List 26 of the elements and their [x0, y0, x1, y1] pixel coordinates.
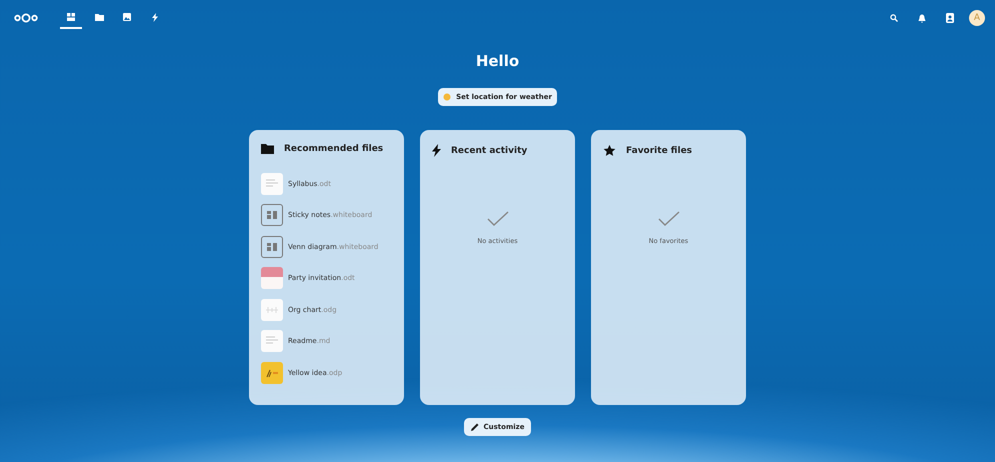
weather-icon: [443, 93, 452, 101]
logo-icon[interactable]: [14, 13, 38, 23]
file-thumbnail: [261, 362, 283, 384]
lightning-icon: [432, 144, 441, 157]
file-thumbnail: [261, 204, 283, 226]
dashboard-icon: [67, 13, 75, 21]
checkmark-icon: [486, 211, 508, 227]
widget-title: Recommended files: [284, 144, 384, 154]
contacts-icon: [946, 13, 954, 23]
file-thumbnail: [261, 236, 283, 258]
file-thumbnail: [261, 330, 283, 352]
bell-icon: [918, 14, 926, 22]
folder-icon: [261, 144, 274, 154]
folder-icon: [94, 14, 104, 20]
checkmark-icon: [658, 211, 680, 227]
search-icon: [890, 14, 898, 22]
image-icon: [123, 13, 131, 21]
file-thumbnail: [261, 172, 283, 195]
file-thumbnail: [261, 298, 283, 321]
file-thumbnail: [261, 267, 283, 290]
pencil-icon: [470, 423, 479, 431]
greeting-heading: Hello: [476, 52, 520, 70]
star-icon: [603, 144, 616, 157]
widget-title: Recent activity: [451, 146, 528, 156]
lightning-icon: [152, 12, 158, 22]
widget-title: Favorite files: [626, 146, 692, 156]
